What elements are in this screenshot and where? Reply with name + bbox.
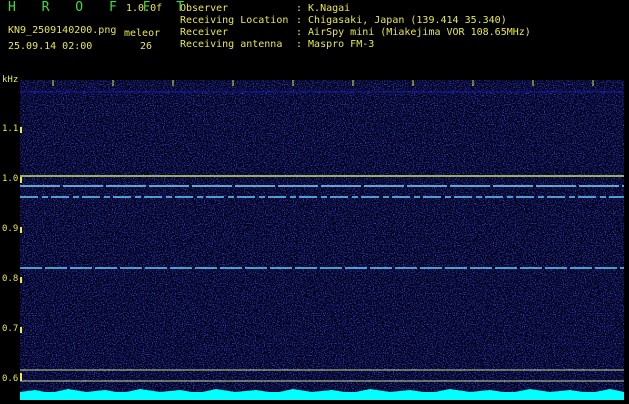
plot-noise-texture bbox=[20, 80, 624, 400]
version-label: 1.0.0f bbox=[126, 3, 163, 14]
y-tick-0-8: 0.8 bbox=[2, 274, 19, 284]
info-antenna-key: Receiving antenna bbox=[180, 39, 283, 50]
spectrogram-plot bbox=[20, 80, 624, 400]
app-title: H R O F F T bbox=[8, 0, 194, 15]
datetime-label: 25.09.14 02:00 bbox=[8, 41, 93, 52]
filename-label: KN9_2509140200.png bbox=[8, 25, 117, 36]
y-tick-1-1: 1.1 bbox=[2, 124, 19, 134]
info-receiver-key: Receiver bbox=[180, 27, 229, 38]
y-tick-0-7: 0.7 bbox=[2, 324, 19, 334]
info-antenna-value: : Maspro FM-3 bbox=[296, 39, 375, 50]
meteor-label: meleor bbox=[124, 28, 161, 39]
meteor-count: 26 bbox=[140, 41, 153, 52]
spectrogram-svg bbox=[20, 80, 624, 400]
info-receiver-value: : AirSpy mini (Miakejima VOR 108.65MHz) bbox=[296, 27, 531, 38]
info-observer-key: Observer bbox=[180, 3, 229, 14]
info-location-value: : Chigasaki, Japan (139.414 35.340) bbox=[296, 15, 507, 26]
y-tick-0-6: 0.6 bbox=[2, 374, 19, 384]
info-observer-value: : K.Nagai bbox=[296, 3, 351, 14]
y-tick-1-0: 1.0 bbox=[2, 174, 19, 184]
y-tick-0-9: 0.9 bbox=[2, 224, 19, 234]
y-axis-unit: kHz bbox=[2, 75, 19, 85]
info-location-key: Receiving Location bbox=[180, 15, 289, 26]
